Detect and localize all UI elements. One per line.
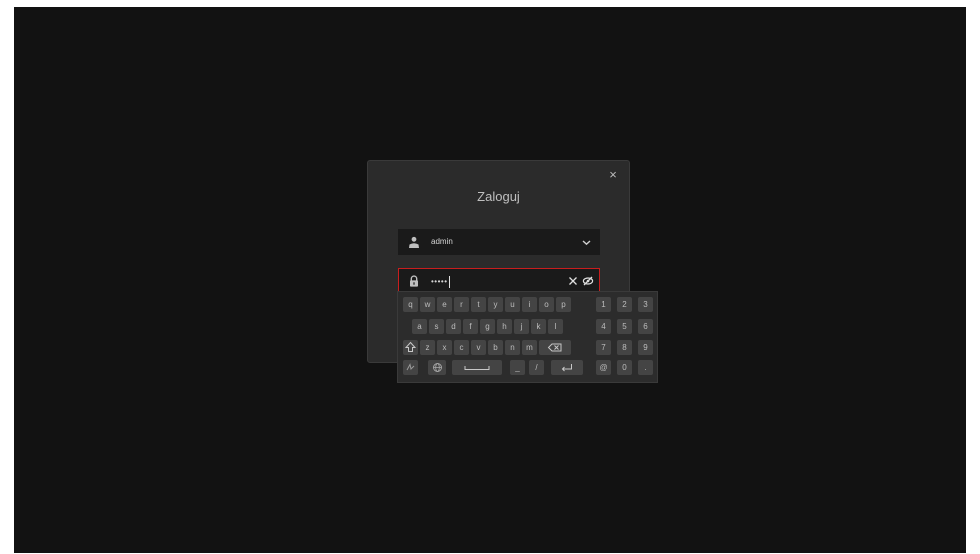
key-f[interactable]: f [463, 319, 478, 334]
key-6[interactable]: 6 [638, 319, 653, 334]
shift-key[interactable] [403, 340, 418, 355]
key-s[interactable]: s [429, 319, 444, 334]
key-j[interactable]: j [514, 319, 529, 334]
key-h[interactable]: h [497, 319, 512, 334]
handwriting-icon [406, 363, 415, 371]
backspace-key[interactable] [539, 340, 571, 355]
key-at[interactable]: @ [596, 360, 611, 375]
key-z[interactable]: z [420, 340, 435, 355]
shift-icon [405, 341, 416, 352]
screen-background: × Zaloguj admin ••••• [14, 7, 966, 553]
key-5[interactable]: 5 [617, 319, 632, 334]
close-button[interactable]: × [605, 167, 621, 183]
lock-icon [410, 275, 418, 287]
username-value: admin [431, 237, 453, 246]
language-key[interactable] [428, 360, 446, 375]
key-period[interactable]: . [638, 360, 653, 375]
key-k[interactable]: k [531, 319, 546, 334]
key-slash[interactable]: / [529, 360, 544, 375]
key-1[interactable]: 1 [596, 297, 611, 312]
chevron-down-icon [582, 240, 591, 246]
key-c[interactable]: c [454, 340, 469, 355]
key-a[interactable]: a [412, 319, 427, 334]
key-t[interactable]: t [471, 297, 486, 312]
key-q[interactable]: q [403, 297, 418, 312]
handwriting-key[interactable] [403, 360, 418, 375]
enter-key[interactable] [551, 360, 583, 375]
key-7[interactable]: 7 [596, 340, 611, 355]
key-m[interactable]: m [522, 340, 537, 355]
eye-off-icon[interactable] [582, 275, 594, 287]
key-e[interactable]: e [437, 297, 452, 312]
close-icon[interactable] [567, 275, 579, 287]
key-n[interactable]: n [505, 340, 520, 355]
key-d[interactable]: d [446, 319, 461, 334]
space-key[interactable] [452, 360, 502, 375]
key-4[interactable]: 4 [596, 319, 611, 334]
enter-icon [561, 364, 572, 372]
key-2[interactable]: 2 [617, 297, 632, 312]
key-i[interactable]: i [522, 297, 537, 312]
key-x[interactable]: x [437, 340, 452, 355]
key-l[interactable]: l [548, 319, 563, 334]
key-g[interactable]: g [480, 319, 495, 334]
key-w[interactable]: w [420, 297, 435, 312]
key-o[interactable]: o [539, 297, 554, 312]
user-icon [409, 236, 419, 248]
space-icon [464, 366, 490, 370]
key-v[interactable]: v [471, 340, 486, 355]
key-p[interactable]: p [556, 297, 571, 312]
key-0[interactable]: 0 [617, 360, 632, 375]
dialog-title: Zaloguj [477, 189, 520, 204]
globe-icon [432, 363, 442, 372]
key-r[interactable]: r [454, 297, 469, 312]
username-select[interactable]: admin [398, 229, 600, 255]
onscreen-keyboard: q w e r t y u i o p a s d f g h j k l z … [397, 291, 658, 383]
key-9[interactable]: 9 [638, 340, 653, 355]
key-u[interactable]: u [505, 297, 520, 312]
key-3[interactable]: 3 [638, 297, 653, 312]
key-b[interactable]: b [488, 340, 503, 355]
key-underscore[interactable]: _ [510, 360, 525, 375]
key-y[interactable]: y [488, 297, 503, 312]
key-8[interactable]: 8 [617, 340, 632, 355]
backspace-icon [547, 343, 562, 352]
text-caret [448, 275, 450, 288]
